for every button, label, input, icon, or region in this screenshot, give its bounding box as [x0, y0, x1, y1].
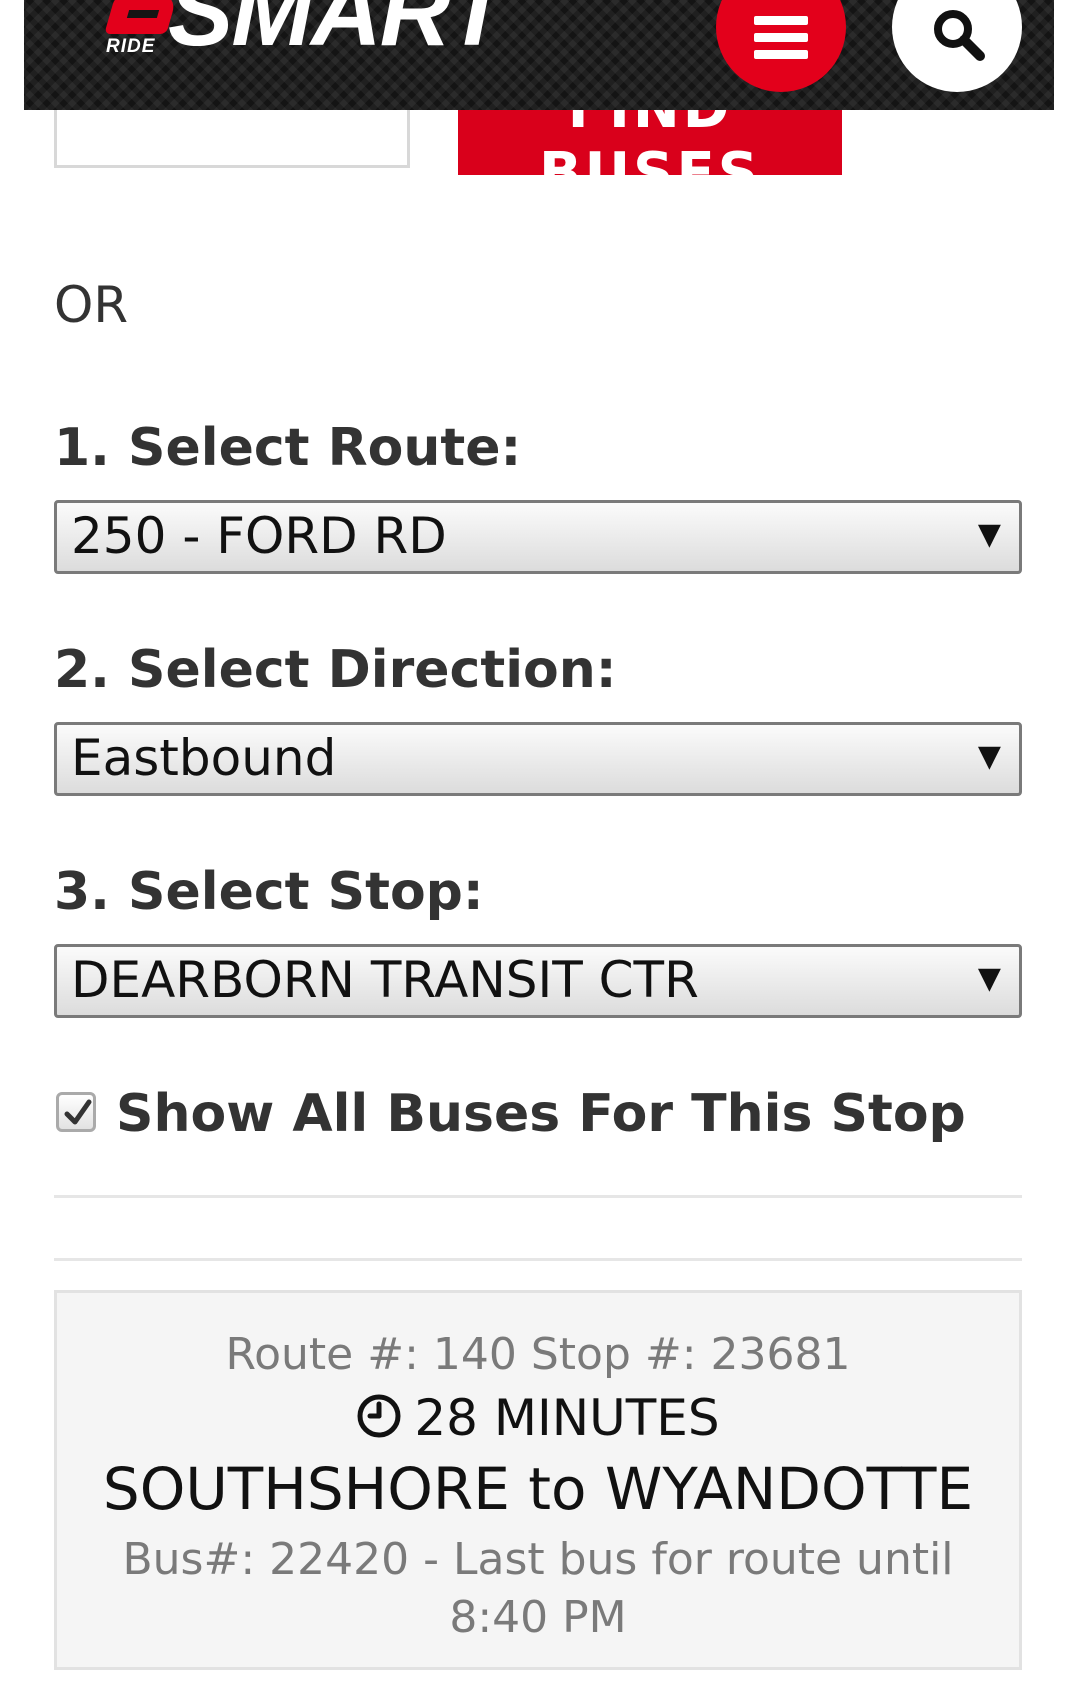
arrival-result-card: Route #: 140 Stop #: 23681 28 MINUTES SO… [54, 1290, 1022, 1670]
eta-row: 28 MINUTES [57, 1389, 1019, 1447]
direction-select[interactable]: Eastbound ▼ [54, 722, 1022, 796]
checkmark-icon [64, 1099, 92, 1125]
site-header: RIDE SMART [24, 0, 1054, 110]
route-stop-info: Route #: 140 Stop #: 23681 [225, 1329, 851, 1380]
trip-headsign: SOUTHSHORE to WYANDOTTE [102, 1455, 974, 1523]
hamburger-menu-icon [754, 16, 808, 60]
route-label: 1. Select Route: [54, 418, 522, 478]
page: FIND BUSES RIDE SMART OR 1. Select Route… [0, 0, 1080, 1698]
divider [54, 1258, 1022, 1261]
direction-label: 2. Select Direction: [54, 640, 617, 700]
show-all-buses-label[interactable]: Show All Buses For This Stop [116, 1084, 966, 1144]
show-all-buses-checkbox[interactable] [56, 1092, 96, 1132]
logo-smart-text: SMART [168, 0, 507, 66]
logo-s-mark [104, 0, 178, 34]
dropdown-arrow-icon: ▼ [977, 517, 1001, 552]
divider [54, 1195, 1022, 1198]
route-select[interactable]: 250 - FORD RD ▼ [54, 500, 1022, 574]
logo-ride-text: RIDE [106, 36, 156, 57]
clock-icon [357, 1394, 401, 1438]
direction-select-value: Eastbound [71, 729, 337, 787]
stop-select-value: DEARBORN TRANSIT CTR [71, 951, 699, 1009]
bus-info: Bus#: 22420 - Last bus for route until 8… [122, 1534, 954, 1643]
stop-select[interactable]: DEARBORN TRANSIT CTR ▼ [54, 944, 1022, 1018]
search-button[interactable] [892, 0, 1022, 92]
smart-logo[interactable]: RIDE SMART [84, 0, 534, 72]
dropdown-arrow-icon: ▼ [977, 739, 1001, 774]
route-select-value: 250 - FORD RD [71, 507, 447, 565]
dropdown-arrow-icon: ▼ [977, 961, 1001, 996]
stop-label: 3. Select Stop: [54, 862, 484, 922]
menu-button[interactable] [716, 0, 846, 92]
eta-minutes: 28 MINUTES [414, 1389, 720, 1447]
search-icon [934, 10, 985, 61]
or-separator: OR [54, 276, 129, 334]
